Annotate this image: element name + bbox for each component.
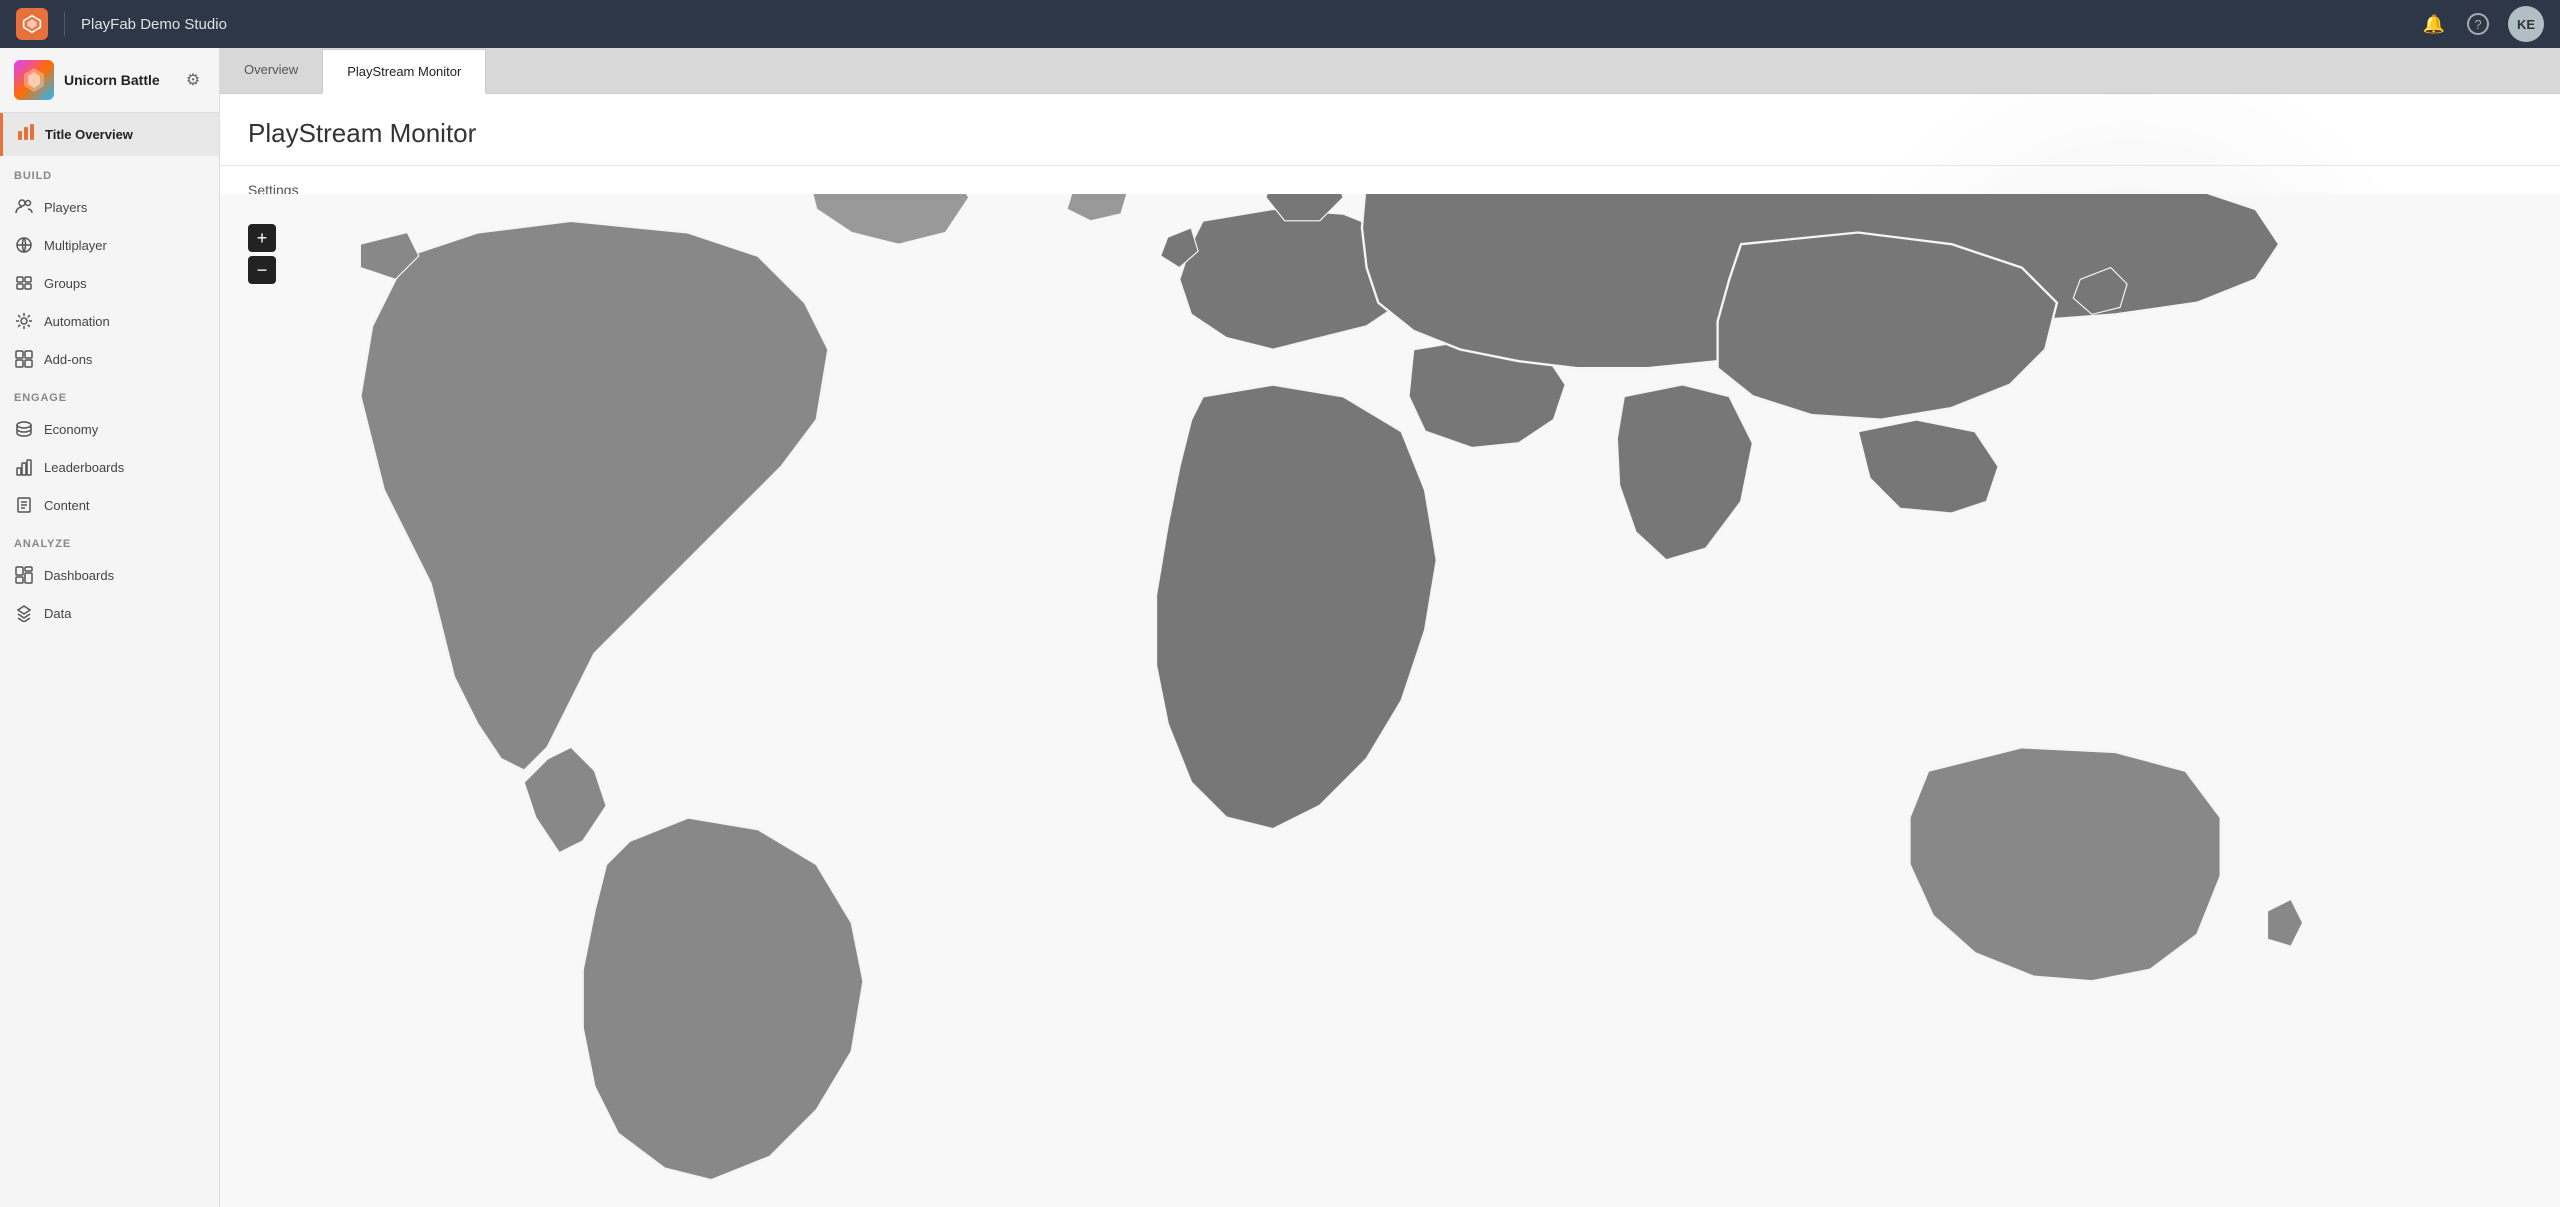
groups-icon: [14, 273, 34, 293]
settings-button[interactable]: ⚙: [181, 68, 205, 92]
dashboards-label: Dashboards: [44, 568, 114, 583]
content-area: Overview PlayStream Monitor PlayStream M…: [220, 48, 2560, 1207]
sidebar-item-title-overview[interactable]: Title Overview: [0, 113, 219, 156]
sidebar-item-leaderboards[interactable]: Leaderboards: [0, 448, 219, 486]
sidebar-item-dashboards[interactable]: Dashboards: [0, 556, 219, 594]
multiplayer-label: Multiplayer: [44, 238, 107, 253]
title-overview-label: Title Overview: [45, 127, 133, 142]
page-header: PlayStream Monitor: [220, 94, 2560, 166]
addons-label: Add-ons: [44, 352, 92, 367]
help-button[interactable]: ?: [2464, 10, 2492, 38]
topbar-divider: [64, 12, 65, 36]
dashboards-icon: [14, 565, 34, 585]
topbar: PlayFab Demo Studio 🔔 ? KE: [0, 0, 2560, 48]
tab-bar: Overview PlayStream Monitor: [220, 48, 2560, 94]
topbar-actions: 🔔 ? KE: [2420, 6, 2544, 42]
game-icon: [14, 60, 54, 100]
sidebar-item-data[interactable]: Data: [0, 594, 219, 632]
leaderboards-label: Leaderboards: [44, 460, 124, 475]
sidebar-item-players[interactable]: Players: [0, 188, 219, 226]
economy-icon: [14, 419, 34, 439]
content-label: Content: [44, 498, 90, 513]
tab-overview[interactable]: Overview: [220, 48, 322, 93]
zoom-out-button[interactable]: −: [248, 256, 276, 284]
leaderboards-icon: [14, 457, 34, 477]
data-label: Data: [44, 606, 71, 621]
game-header: Unicorn Battle ⚙: [0, 48, 219, 113]
sidebar-item-addons[interactable]: Add-ons: [0, 340, 219, 378]
economy-label: Economy: [44, 422, 98, 437]
zoom-controls: + −: [248, 224, 276, 284]
sidebar: Unicorn Battle ⚙ Title Overview BUILD: [0, 48, 220, 1207]
zoom-in-button[interactable]: +: [248, 224, 276, 252]
sidebar-item-content[interactable]: Content: [0, 486, 219, 524]
page-content: PlayStream Monitor Settings + −: [220, 94, 2560, 1207]
tab-playstream-monitor[interactable]: PlayStream Monitor: [322, 49, 486, 94]
page-title: PlayStream Monitor: [248, 118, 2532, 149]
studio-title: PlayFab Demo Studio: [81, 16, 2408, 33]
avatar-button[interactable]: KE: [2508, 6, 2544, 42]
sidebar-item-groups[interactable]: Groups: [0, 264, 219, 302]
game-title: Unicorn Battle: [64, 72, 171, 88]
automation-icon: [14, 311, 34, 331]
sidebar-item-economy[interactable]: Economy: [0, 410, 219, 448]
sidebar-item-automation[interactable]: Automation: [0, 302, 219, 340]
main-layout: Unicorn Battle ⚙ Title Overview BUILD: [0, 48, 2560, 1207]
help-icon: ?: [2467, 13, 2489, 35]
world-map-container: [220, 194, 2560, 1207]
world-map-svg: [220, 194, 2560, 1207]
automation-label: Automation: [44, 314, 110, 329]
analyze-section-label: ANALYZE: [0, 524, 219, 556]
groups-label: Groups: [44, 276, 87, 291]
playfab-logo: [16, 8, 48, 40]
notification-button[interactable]: 🔔: [2420, 10, 2448, 38]
bell-icon: 🔔: [2423, 14, 2445, 35]
build-section-label: BUILD: [0, 156, 219, 188]
engage-section-label: ENGAGE: [0, 378, 219, 410]
addons-icon: [14, 349, 34, 369]
players-icon: [14, 197, 34, 217]
multiplayer-icon: [14, 235, 34, 255]
chart-icon: [17, 123, 35, 146]
gear-icon: ⚙: [186, 70, 200, 90]
players-label: Players: [44, 200, 87, 215]
data-icon: [14, 603, 34, 623]
content-icon: [14, 495, 34, 515]
sidebar-item-multiplayer[interactable]: Multiplayer: [0, 226, 219, 264]
